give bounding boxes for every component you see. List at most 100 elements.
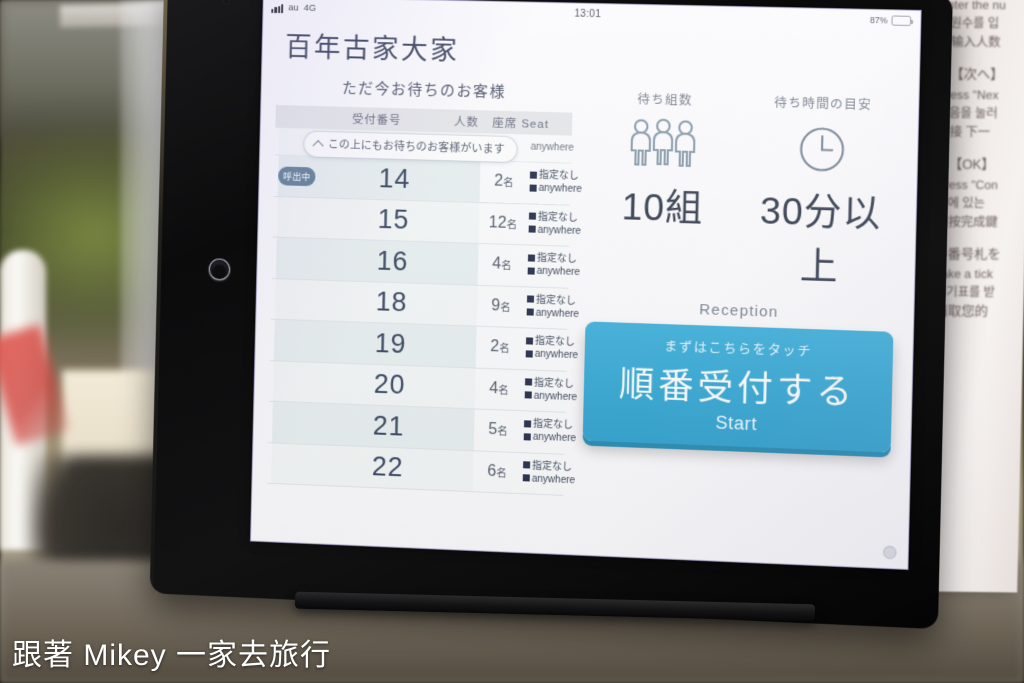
scroll-up-notice-text: この上にもお待ちのお客様がいます (327, 139, 505, 156)
seat-option-ja: 指定なし (537, 211, 579, 224)
people-count-cell: 5名 (474, 421, 522, 441)
reception-number: 19 (374, 327, 407, 359)
reception-label: Reception (699, 301, 779, 321)
reception-number: 22 (371, 451, 404, 483)
people-count-cell: 2名 (476, 338, 524, 358)
seat-cell: 指定なし anywhere (527, 170, 606, 198)
people-unit: 名 (502, 177, 514, 190)
seat-cell: 指定なし anywhere (521, 460, 600, 489)
reception-number-cell: 15 (308, 202, 479, 238)
waiting-groups-value: 10組 (621, 186, 704, 230)
reception-number: 20 (373, 369, 406, 401)
calling-badge-cell (276, 258, 307, 259)
main-content: ただ今お待ちのお客様 受付番号 人数 座席 Seat anywhere 呼出中 … (251, 63, 920, 510)
people-count-cell: 6名 (473, 462, 521, 482)
seat-option-en: anywhere (533, 390, 578, 404)
status-panel: 待ち組数 10組 待ち時間の目安 30分以上 Reception まずはこちらを… (577, 83, 903, 509)
seat-marker-icon (529, 184, 537, 192)
seat-option-en: anywhere (538, 183, 583, 196)
seat-option-ja: 指定なし (535, 294, 577, 307)
clock-icon (742, 117, 902, 182)
people-unit: 名 (500, 301, 511, 314)
seat-marker-icon (526, 295, 535, 304)
people-count-cell: 9名 (477, 297, 525, 317)
sign-line: Take a tick (935, 267, 994, 282)
table-header-number: 受付番号 (351, 113, 402, 127)
calling-badge-cell (275, 299, 306, 300)
seat-option-en: anywhere (534, 348, 579, 362)
reception-section: Reception まずはこちらをタッチ 順番受付する Start (579, 297, 898, 453)
people-count-cell: 2名 (480, 172, 528, 191)
people-group-icon (585, 113, 744, 177)
calling-badge-cell (274, 340, 305, 341)
calling-badge-cell (277, 217, 308, 218)
seat-marker-icon (525, 337, 534, 345)
seat-option-en: anywhere (535, 307, 580, 320)
people-unit: 名 (496, 466, 507, 480)
table-header-seat: 座席 Seat (492, 117, 550, 131)
seat-marker-icon (528, 225, 536, 233)
start-button-main-text: 順番受付する (618, 364, 857, 413)
people-count: 12 (488, 214, 507, 232)
seat-marker-icon (529, 171, 538, 179)
people-unit: 名 (499, 342, 510, 356)
seat-option-en-partial: anywhere (530, 141, 575, 154)
seat-option-ja: 指定なし (532, 419, 574, 432)
reception-number-cell: 20 (304, 367, 475, 404)
seat-option-en: anywhere (531, 473, 576, 487)
people-count-cell: 12名 (479, 214, 527, 233)
seat-marker-icon (526, 308, 534, 316)
seat-option-ja: 指定なし (531, 460, 573, 474)
seat-marker-icon (524, 378, 533, 387)
seat-option-ja: 指定なし (533, 377, 575, 391)
seat-marker-icon (527, 254, 536, 262)
tablet-device: au 4G 13:01 87% 百年古家大家 ただ今お待ちのお客様 受付番号 人… (149, 0, 953, 630)
table-header-people: 人数 (454, 116, 480, 129)
stat-wait-time: 待ち時間の目安 30分以上 (739, 91, 903, 294)
seat-option-ja: 指定なし (538, 170, 579, 183)
info-dot-icon[interactable] (882, 545, 897, 560)
sign-line: ⑤番号札を (935, 246, 1001, 262)
wait-time-value: 30分以上 (759, 190, 882, 289)
calling-badge-cell: 呼出中 (277, 166, 316, 187)
seat-option-en: anywhere (536, 265, 581, 279)
seat-option-ja: 指定なし (534, 336, 576, 349)
sign-line: 밑에 있는 (936, 195, 985, 210)
table-header-badge-col (280, 116, 311, 117)
chevron-up-icon (312, 139, 324, 151)
calling-badge-cell (271, 463, 302, 464)
seat-cell: 指定なし anywhere (526, 211, 605, 239)
start-reception-button[interactable]: まずはこちらをタッチ 順番受付する Start (582, 321, 894, 453)
reception-number: 15 (377, 204, 410, 236)
reception-number-cell: 14 (309, 161, 480, 197)
reception-number: 21 (372, 410, 405, 442)
people-count-cell: 4名 (478, 255, 526, 274)
calling-badge-cell (273, 381, 304, 382)
people-unit: 名 (497, 425, 508, 438)
waiting-list-table: 受付番号 人数 座席 Seat anywhere 呼出中 14 2名 指定なし … (267, 104, 582, 496)
seat-marker-icon (528, 212, 537, 221)
people-count-cell: 4名 (475, 379, 523, 399)
photo-watermark: 跟著 Mikey 一家去旅行 (12, 639, 332, 672)
sign-line: Press "Nex (937, 87, 999, 102)
sign-line: ④【OK】 (936, 156, 995, 173)
seat-cell: 指定なし anywhere (526, 253, 605, 281)
seat-marker-icon (527, 267, 535, 275)
sign-line: 대기표를 받 (934, 285, 995, 300)
seat-option-en: anywhere (537, 224, 582, 237)
seat-option-ja: 指定なし (536, 253, 578, 266)
sign-spacer (936, 232, 1024, 245)
reception-number: 14 (378, 163, 411, 194)
sign-line: 请按完成鍵 (935, 214, 998, 229)
seat-cell: 指定なし anywhere (525, 294, 604, 322)
reception-number: 16 (376, 245, 409, 277)
waiting-list-panel: ただ今お待ちのお客様 受付番号 人数 座席 Seat anywhere 呼出中 … (267, 75, 582, 496)
waiting-list-heading: ただ今お待ちのお客様 (341, 79, 507, 101)
sign-line: 请取您的 (934, 304, 988, 320)
sign-line: 请接 下一 (937, 124, 991, 140)
people-unit: 名 (500, 259, 512, 273)
reception-number-cell: 19 (305, 326, 476, 363)
sign-line: Press "Con (936, 177, 999, 192)
tablet-screen: au 4G 13:01 87% 百年古家大家 ただ今お待ちのお客様 受付番号 人… (250, 0, 922, 570)
stats-row: 待ち組数 10組 待ち時間の目安 30分以上 (582, 83, 903, 294)
